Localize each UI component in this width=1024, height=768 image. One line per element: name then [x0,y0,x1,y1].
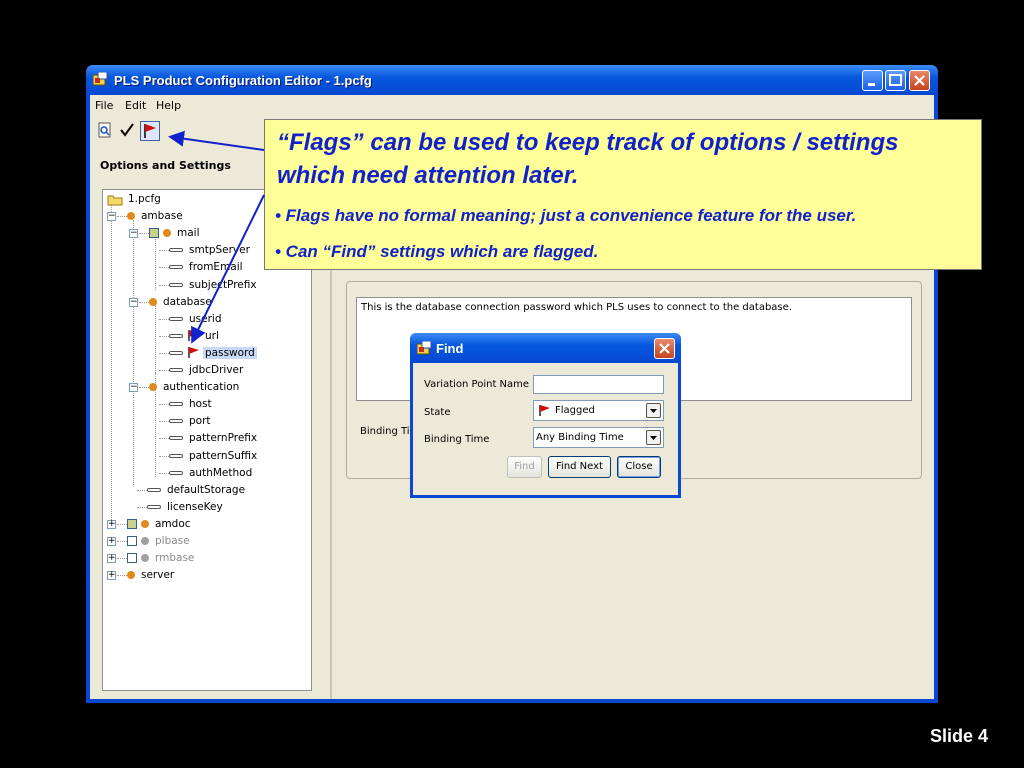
find-dialog: Find Variation Point Name State Flagged … [410,333,681,498]
variation-point-input[interactable] [533,375,664,394]
binding-time-value: Any Binding Time [536,432,624,443]
slide-number: Slide 4 [929,726,988,746]
find-button[interactable]: Find [507,456,542,478]
variation-point-label: Variation Point Name [424,379,530,390]
app-icon [417,341,432,355]
flag-icon [539,405,550,416]
find-dialog-title: Find [436,341,464,356]
arrow-to-flagged-setting [191,194,265,344]
binding-time-label: Binding Time [424,434,490,445]
state-select[interactable]: Flagged [533,400,664,421]
chevron-down-icon[interactable] [646,430,661,445]
close-icon [659,343,670,354]
find-dialog-body: Variation Point Name State Flagged Bindi… [413,363,678,495]
find-dialog-titlebar[interactable]: Find [410,333,681,363]
state-value: Flagged [555,405,595,416]
find-close-button[interactable] [654,338,675,359]
close-dialog-button[interactable]: Close [617,456,661,478]
binding-time-select[interactable]: Any Binding Time [533,427,664,448]
chevron-down-icon[interactable] [646,403,661,418]
state-label: State [424,407,451,418]
arrow-to-flag-tool [168,130,265,151]
find-next-button[interactable]: Find Next [548,456,611,478]
